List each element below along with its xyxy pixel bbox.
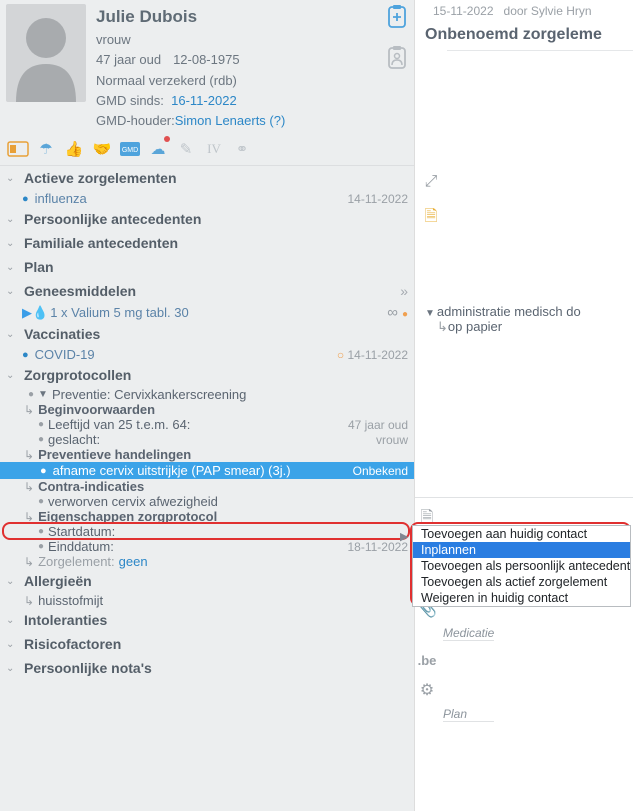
expand-icon[interactable]: ⤢	[421, 172, 441, 192]
patient-dob: 12-08-1975	[173, 52, 240, 67]
context-menu[interactable]: Toevoegen aan huidig contactInplannenToe…	[412, 525, 631, 607]
context-menu-item[interactable]: Weigeren in huidig contact	[413, 590, 630, 606]
umbrella-icon[interactable]: ☂	[36, 139, 56, 159]
context-menu-item[interactable]: Toevoegen als actief zorgelement	[413, 574, 630, 590]
item-huisstofmijt[interactable]: ↳huisstofmijt	[0, 593, 414, 608]
section-risicofactoren[interactable]: ⌄Risicofactoren	[0, 632, 414, 656]
svg-text:GMD: GMD	[122, 147, 138, 154]
section-allergieen[interactable]: ⌄Allergieën	[0, 569, 414, 593]
be-icon[interactable]: .be	[415, 645, 439, 675]
item-preventie[interactable]: ●▼Preventie: Cervixkankerscreening	[0, 387, 414, 402]
left-pane: Julie Dubois vrouw 47 jaar oud 12-08-1975…	[0, 0, 415, 811]
toolbar: ☂ 👍 🤝 GMD ☁ ✎ IV ⚭	[0, 135, 414, 166]
iv-icon[interactable]: IV	[204, 139, 224, 159]
sections: ⌄Actieve zorgelementen ●influenza14-11-2…	[0, 166, 414, 811]
item-contra-indicaties[interactable]: ↳Contra-indicaties	[0, 479, 414, 494]
gear-icon[interactable]: ⚙	[415, 675, 439, 705]
gmd-since-value[interactable]: 16-11-2022	[171, 93, 237, 108]
patient-age: 47 jaar oud	[96, 52, 161, 67]
context-menu-item[interactable]: Inplannen	[413, 542, 630, 558]
note-meta: 15-11-2022 door Sylvie Hryn	[415, 0, 633, 26]
patient-header: Julie Dubois vrouw 47 jaar oud 12-08-1975…	[0, 0, 414, 135]
label-medicatie: Medicatie	[415, 624, 494, 640]
patient-insurance: Normaal verzekerd (rdb)	[96, 71, 386, 91]
thumbs-up-icon[interactable]: 👍	[64, 139, 84, 159]
label-plan: Plan	[415, 705, 494, 721]
patient-info: Julie Dubois vrouw 47 jaar oud 12-08-1975…	[96, 4, 386, 131]
item-covid19[interactable]: ●COVID-19○ 14-11-2022	[0, 346, 414, 363]
item-beginvoorwaarden[interactable]: ↳Beginvoorwaarden	[0, 402, 414, 417]
note-body[interactable]	[447, 50, 633, 300]
note-yellow-icon[interactable]: 🗎	[421, 208, 441, 228]
patient-name: Julie Dubois	[96, 4, 386, 30]
item-pap-smear-selected[interactable]: ●afname cervix uitstrijkje (PAP smear) (…	[0, 462, 414, 479]
section-geneesmiddelen[interactable]: ⌄Geneesmiddelen»	[0, 279, 414, 303]
item-preventieve-handelingen[interactable]: ↳Preventieve handelingen	[0, 447, 414, 462]
context-menu-item[interactable]: Toevoegen als persoonlijk antecedent	[413, 558, 630, 574]
section-persoonlijke-notas[interactable]: ⌄Persoonlijke nota's	[0, 656, 414, 680]
gmd-holder-label: GMD-houder:	[96, 111, 175, 131]
gmd-holder-value[interactable]: Simon Lenaerts (?)	[175, 113, 286, 128]
section-vaccinaties[interactable]: ⌄Vaccinaties	[0, 322, 414, 346]
clipboard-person-icon[interactable]	[386, 45, 408, 76]
item-influenza[interactable]: ●influenza14-11-2022	[0, 190, 414, 207]
section-familiale-antecedenten[interactable]: ⌄Familiale antecedenten	[0, 231, 414, 255]
section-actieve-zorgelementen[interactable]: ⌄Actieve zorgelementen	[0, 166, 414, 190]
section-intoleranties[interactable]: ⌄Intoleranties	[0, 608, 414, 632]
note-title: Onbenoemd zorgeleme	[415, 26, 633, 50]
pencil-icon[interactable]: ✎	[176, 139, 196, 159]
item-geslacht: ●geslacht:vrouw	[0, 432, 414, 447]
item-contra-cervix: ●verworven cervix afwezigheid	[0, 494, 414, 509]
admin-block[interactable]: ▼administratie medisch do ↳op papier	[425, 300, 633, 335]
section-persoonlijke-antecedenten[interactable]: ⌄Persoonlijke antecedenten	[0, 207, 414, 231]
clipboard-plus-icon[interactable]	[386, 4, 408, 35]
gmd-badge-icon[interactable]: GMD	[120, 139, 140, 159]
avatar	[6, 4, 86, 102]
item-leeftijd: ●Leeftijd van 25 t.e.m. 64:47 jaar oud	[0, 417, 414, 432]
submenu-triangle-icon: ▶	[400, 530, 408, 543]
pills-icon[interactable]: ⚭	[232, 139, 252, 159]
handshake-icon[interactable]: 🤝	[92, 139, 112, 159]
section-zorgprotocollen[interactable]: ⌄Zorgprotocollen	[0, 363, 414, 387]
item-startdatum: ●Startdatum:	[0, 524, 414, 539]
right-side-icons: ⤢ 🗎	[421, 172, 441, 228]
item-einddatum: ●Einddatum:18-11-2022	[0, 539, 414, 554]
gmd-since-label: GMD sinds:	[96, 91, 164, 111]
section-plan[interactable]: ⌄Plan	[0, 255, 414, 279]
item-eigenschappen[interactable]: ↳Eigenschappen zorgprotocol	[0, 509, 414, 524]
cloud-upload-icon[interactable]: ☁	[148, 139, 168, 159]
patient-gender: vrouw	[96, 30, 386, 50]
item-valium[interactable]: ▶💧1 x Valium 5 mg tabl. 30∞●	[0, 303, 414, 322]
item-zorgelement[interactable]: ↳Zorgelement:geen	[0, 554, 414, 569]
context-menu-item[interactable]: Toevoegen aan huidig contact	[413, 526, 630, 542]
id-card-icon[interactable]	[8, 139, 28, 159]
